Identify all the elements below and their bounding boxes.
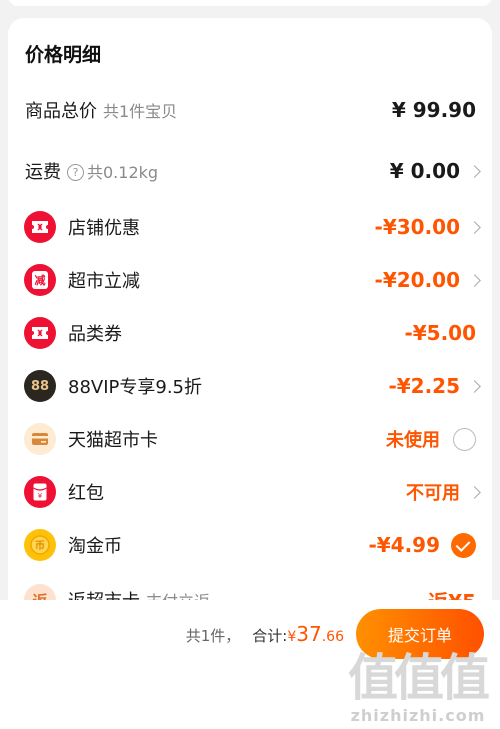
red-packet-icon: ¥ — [24, 476, 56, 508]
vip-88-icon: 88 — [24, 370, 56, 402]
goods-total-label: 商品总价 — [25, 101, 97, 122]
coupon-ticket-icon — [24, 317, 56, 349]
section-title: 价格明细 — [25, 44, 102, 66]
vip-icon-text: 88 — [30, 378, 50, 394]
category-coupon-row[interactable]: 品类券 -¥5.00 — [8, 311, 492, 355]
discount-icon-text: 减 — [32, 271, 48, 289]
goods-count: 共1件宝贝 — [103, 102, 178, 121]
goods-total-value: ¥ 99.90 — [391, 98, 476, 122]
chevron-right-icon — [468, 485, 481, 499]
order-total: 共1件， 合计:¥37.66 — [186, 622, 344, 646]
total-label: 合计: — [252, 627, 288, 645]
category-coupon-value: -¥5.00 — [404, 321, 476, 345]
shipping-row[interactable]: 运费? 共0.12kg ¥ 0.00 — [8, 149, 492, 193]
shipping-weight: 共0.12kg — [87, 163, 159, 182]
total-amount: ¥37.66 — [287, 622, 344, 646]
coupon-ticket-icon — [24, 211, 56, 243]
svg-text:¥: ¥ — [38, 492, 43, 500]
watermark-glyphs: 值值值 — [348, 649, 490, 707]
help-icon[interactable]: ? — [67, 164, 84, 181]
price-detail-card: 价格明细 商品总价 共1件宝贝 ¥ 99.90 运费? 共0.12kg ¥ 0.00… — [8, 18, 492, 658]
taojinbi-row[interactable]: 币 淘金币 -¥4.99 — [8, 523, 492, 567]
shipping-label: 运费 — [25, 162, 61, 183]
shipping-value: ¥ 0.00 — [389, 159, 460, 183]
chevron-right-icon — [468, 220, 481, 234]
red-packet-row[interactable]: ¥ 红包 不可用 — [8, 470, 492, 514]
vip-label: 88VIP专享9.5折 — [68, 377, 203, 398]
supermarket-cut-row[interactable]: 减 超市立减 -¥20.00 — [8, 258, 492, 302]
previous-card-edge — [8, 0, 492, 6]
watermark-site: zhizhizhi.com — [350, 706, 486, 725]
category-coupon-label: 品类券 — [68, 324, 122, 345]
svg-text:币: 币 — [35, 540, 45, 552]
tmall-card-label: 天猫超市卡 — [68, 430, 158, 451]
chevron-right-icon — [468, 273, 481, 287]
gold-coin-icon: 币 — [24, 529, 56, 561]
vip-discount-row[interactable]: 88 88VIP专享9.5折 -¥2.25 — [8, 364, 492, 408]
gift-card-icon — [24, 423, 56, 455]
discount-envelope-icon: 减 — [24, 264, 56, 296]
item-count: 共1件， — [185, 627, 241, 645]
goods-total-row: 商品总价 共1件宝贝 ¥ 99.90 — [8, 88, 492, 132]
tmall-card-radio[interactable] — [453, 427, 476, 451]
site-watermark: 值值值 zhizhizhi.com — [348, 649, 490, 725]
vip-value: -¥2.25 — [388, 374, 460, 398]
supermarket-cut-label: 超市立减 — [68, 271, 140, 292]
shop-discount-value: -¥30.00 — [374, 215, 460, 239]
shop-discount-label: 店铺优惠 — [68, 218, 140, 239]
chevron-right-icon — [468, 379, 481, 393]
tmall-card-status: 未使用 — [386, 430, 440, 451]
tmall-card-row[interactable]: 天猫超市卡 未使用 — [8, 417, 492, 461]
shop-discount-row[interactable]: 店铺优惠 -¥30.00 — [8, 205, 492, 249]
taojinbi-value: -¥4.99 — [368, 533, 440, 557]
red-packet-status: 不可用 — [406, 483, 460, 504]
taojinbi-label: 淘金币 — [68, 536, 122, 557]
red-packet-label: 红包 — [68, 483, 104, 504]
chevron-right-icon — [468, 164, 481, 178]
taojinbi-checkbox-checked[interactable] — [451, 532, 476, 558]
supermarket-cut-value: -¥20.00 — [374, 268, 460, 292]
